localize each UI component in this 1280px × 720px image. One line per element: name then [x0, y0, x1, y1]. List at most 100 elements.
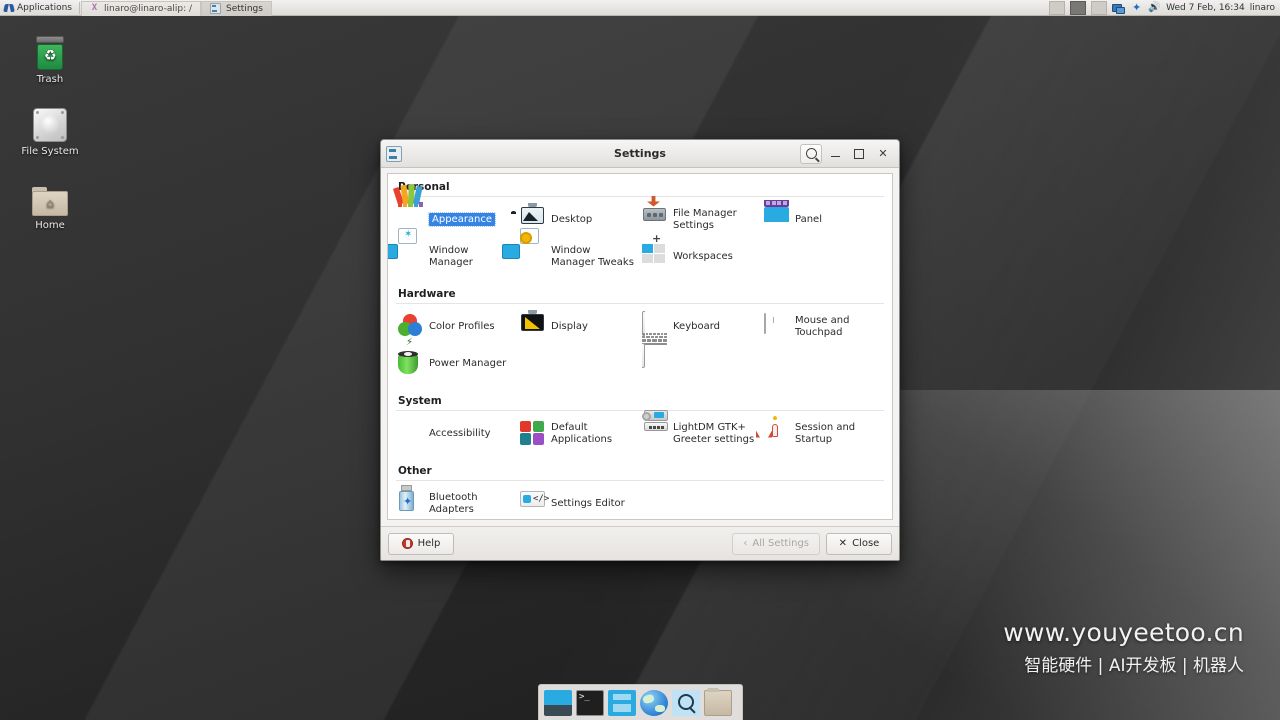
- settings-item-power-manager[interactable]: ⚡ Power Manager: [394, 345, 516, 382]
- help-icon: [402, 538, 413, 549]
- tray-workspace-indicator-2[interactable]: [1091, 1, 1107, 15]
- help-button-label: Help: [418, 538, 441, 549]
- settings-item-default-applications[interactable]: Default Applications: [516, 415, 638, 452]
- panel-icon: [764, 207, 789, 233]
- trash-icon: ♻: [2, 28, 98, 70]
- settings-item-window-manager-tweaks[interactable]: Window Manager Tweaks: [516, 238, 638, 275]
- taskbar-item-label: linaro@linaro-alip: /: [104, 4, 192, 14]
- taskbar-item-terminal[interactable]: X linaro@linaro-alip: /: [81, 1, 201, 16]
- terminal-icon: X: [90, 4, 99, 13]
- section-grid-personal: Appearance Desktop File Manager Settings…: [388, 197, 892, 281]
- clock[interactable]: Wed 7 Feb, 16:34: [1166, 3, 1245, 13]
- desktop-icon-label: Home: [32, 219, 68, 232]
- section-title-personal: Personal: [388, 174, 892, 196]
- volume-icon[interactable]: 🔊: [1148, 2, 1161, 14]
- settings-item-label: Accessibility: [429, 428, 491, 440]
- accessibility-icon: [398, 421, 423, 447]
- settings-item-keyboard[interactable]: Keyboard: [638, 308, 760, 345]
- settings-item-workspaces[interactable]: + Workspaces: [638, 238, 760, 275]
- panel-separator: [79, 2, 80, 14]
- session-startup-icon: [764, 421, 789, 447]
- home-folder-icon: ⌂: [2, 174, 98, 216]
- display-icon: [520, 314, 545, 340]
- close-icon[interactable]: ✕: [872, 144, 894, 164]
- web-browser-icon[interactable]: [640, 690, 668, 716]
- watermark-tagline: 智能硬件 | AI开发板 | 机器人: [1003, 651, 1244, 676]
- terminal-icon[interactable]: >_: [576, 690, 604, 716]
- section-title-system: System: [388, 388, 892, 410]
- desktop-icon-label: Trash: [34, 73, 66, 86]
- file-manager-settings-icon: [642, 207, 667, 233]
- desktop-icon-file-system[interactable]: File System: [2, 100, 98, 158]
- taskbar-item-label: Settings: [226, 4, 263, 14]
- settings-editor-icon: </>: [520, 491, 545, 517]
- settings-item-window-manager[interactable]: ✶ Window Manager: [394, 238, 516, 275]
- maximize-icon[interactable]: [848, 144, 870, 164]
- default-applications-icon: [520, 421, 545, 447]
- settings-item-label: Color Profiles: [429, 321, 495, 333]
- settings-item-label: Default Applications: [551, 422, 634, 445]
- settings-item-label: Session and Startup: [795, 422, 878, 445]
- search-icon[interactable]: [672, 690, 700, 716]
- all-settings-button[interactable]: ‹ All Settings: [732, 533, 820, 555]
- mouse-touchpad-icon: [764, 314, 789, 340]
- settings-icon: [210, 3, 221, 14]
- minimize-icon[interactable]: [824, 144, 846, 164]
- desktop-icon-trash[interactable]: ♻ Trash: [2, 28, 98, 86]
- section-grid-other: ✦ Bluetooth Adapters </> Settings Editor: [388, 481, 892, 520]
- settings-item-label: Window Manager Tweaks: [551, 245, 634, 268]
- close-button[interactable]: ✕ Close: [826, 533, 892, 555]
- settings-item-panel[interactable]: Panel: [760, 201, 882, 238]
- settings-item-label: Appearance: [429, 213, 495, 227]
- window-footer: Help ‹ All Settings ✕ Close: [381, 526, 899, 560]
- desktop-icon-label: File System: [18, 145, 81, 158]
- power-manager-icon: ⚡: [398, 351, 423, 377]
- tray-workspace-indicator[interactable]: [1070, 1, 1086, 15]
- settings-item-label: File Manager Settings: [673, 208, 756, 231]
- settings-item-lightdm-greeter-settings[interactable]: LightDM GTK+ Greeter settings: [638, 415, 760, 452]
- bluetooth-icon[interactable]: ✦: [1130, 2, 1143, 14]
- file-manager-icon[interactable]: [608, 690, 636, 716]
- settings-item-bluetooth-adapters[interactable]: ✦ Bluetooth Adapters: [394, 485, 516, 520]
- applications-menu-button[interactable]: Applications: [0, 0, 78, 16]
- display-network-icon[interactable]: [1112, 2, 1125, 14]
- settings-item-display[interactable]: Display: [516, 308, 638, 345]
- search-icon[interactable]: [800, 144, 822, 164]
- close-button-label: Close: [852, 538, 879, 549]
- folder-icon[interactable]: [704, 690, 732, 716]
- window-manager-icon: ✶: [398, 244, 423, 270]
- settings-item-label: Mouse and Touchpad: [795, 315, 878, 338]
- settings-item-settings-editor[interactable]: </> Settings Editor: [516, 485, 638, 520]
- settings-item-session-and-startup[interactable]: Session and Startup: [760, 415, 882, 452]
- settings-item-label: Settings Editor: [551, 498, 625, 510]
- section-title-hardware: Hardware: [388, 281, 892, 303]
- settings-item-accessibility[interactable]: Accessibility: [394, 415, 516, 452]
- settings-item-label: Keyboard: [673, 321, 720, 333]
- chevron-left-icon: ‹: [743, 538, 747, 549]
- section-grid-system: Accessibility Default Applications Light…: [388, 411, 892, 458]
- taskbar-item-settings[interactable]: Settings: [201, 1, 272, 16]
- close-x-icon: ✕: [839, 538, 847, 549]
- settings-window-icon: [386, 146, 402, 162]
- settings-item-label: Desktop: [551, 214, 592, 226]
- desktop-icon-home[interactable]: ⌂ Home: [2, 174, 98, 232]
- keyboard-icon: [642, 314, 667, 340]
- show-desktop-icon[interactable]: [544, 690, 572, 716]
- lightdm-greeter-icon: [642, 421, 667, 447]
- watermark-url: www.youyeetoo.cn: [1003, 618, 1244, 647]
- system-tray: ✦ 🔊 Wed 7 Feb, 16:34 linaro: [1049, 0, 1280, 16]
- window-manager-tweaks-icon: [520, 244, 545, 270]
- window-titlebar[interactable]: Settings ✕: [381, 140, 899, 168]
- help-button[interactable]: Help: [388, 533, 454, 555]
- settings-item-mouse-and-touchpad[interactable]: Mouse and Touchpad: [760, 308, 882, 345]
- section-title-other: Other: [388, 458, 892, 480]
- window-controls: ✕: [800, 144, 894, 164]
- settings-content: Personal Appearance Desktop: [387, 173, 893, 520]
- settings-item-label: Window Manager: [429, 245, 512, 268]
- color-profiles-icon: [398, 314, 423, 340]
- settings-item-label: LightDM GTK+ Greeter settings: [673, 422, 756, 445]
- user-menu-label[interactable]: linaro: [1250, 3, 1275, 13]
- top-panel: Applications X linaro@linaro-alip: / Set…: [0, 0, 1280, 16]
- section-grid-hardware: Color Profiles Display Keyboard: [388, 304, 892, 388]
- settings-item-label: Bluetooth Adapters: [429, 492, 512, 515]
